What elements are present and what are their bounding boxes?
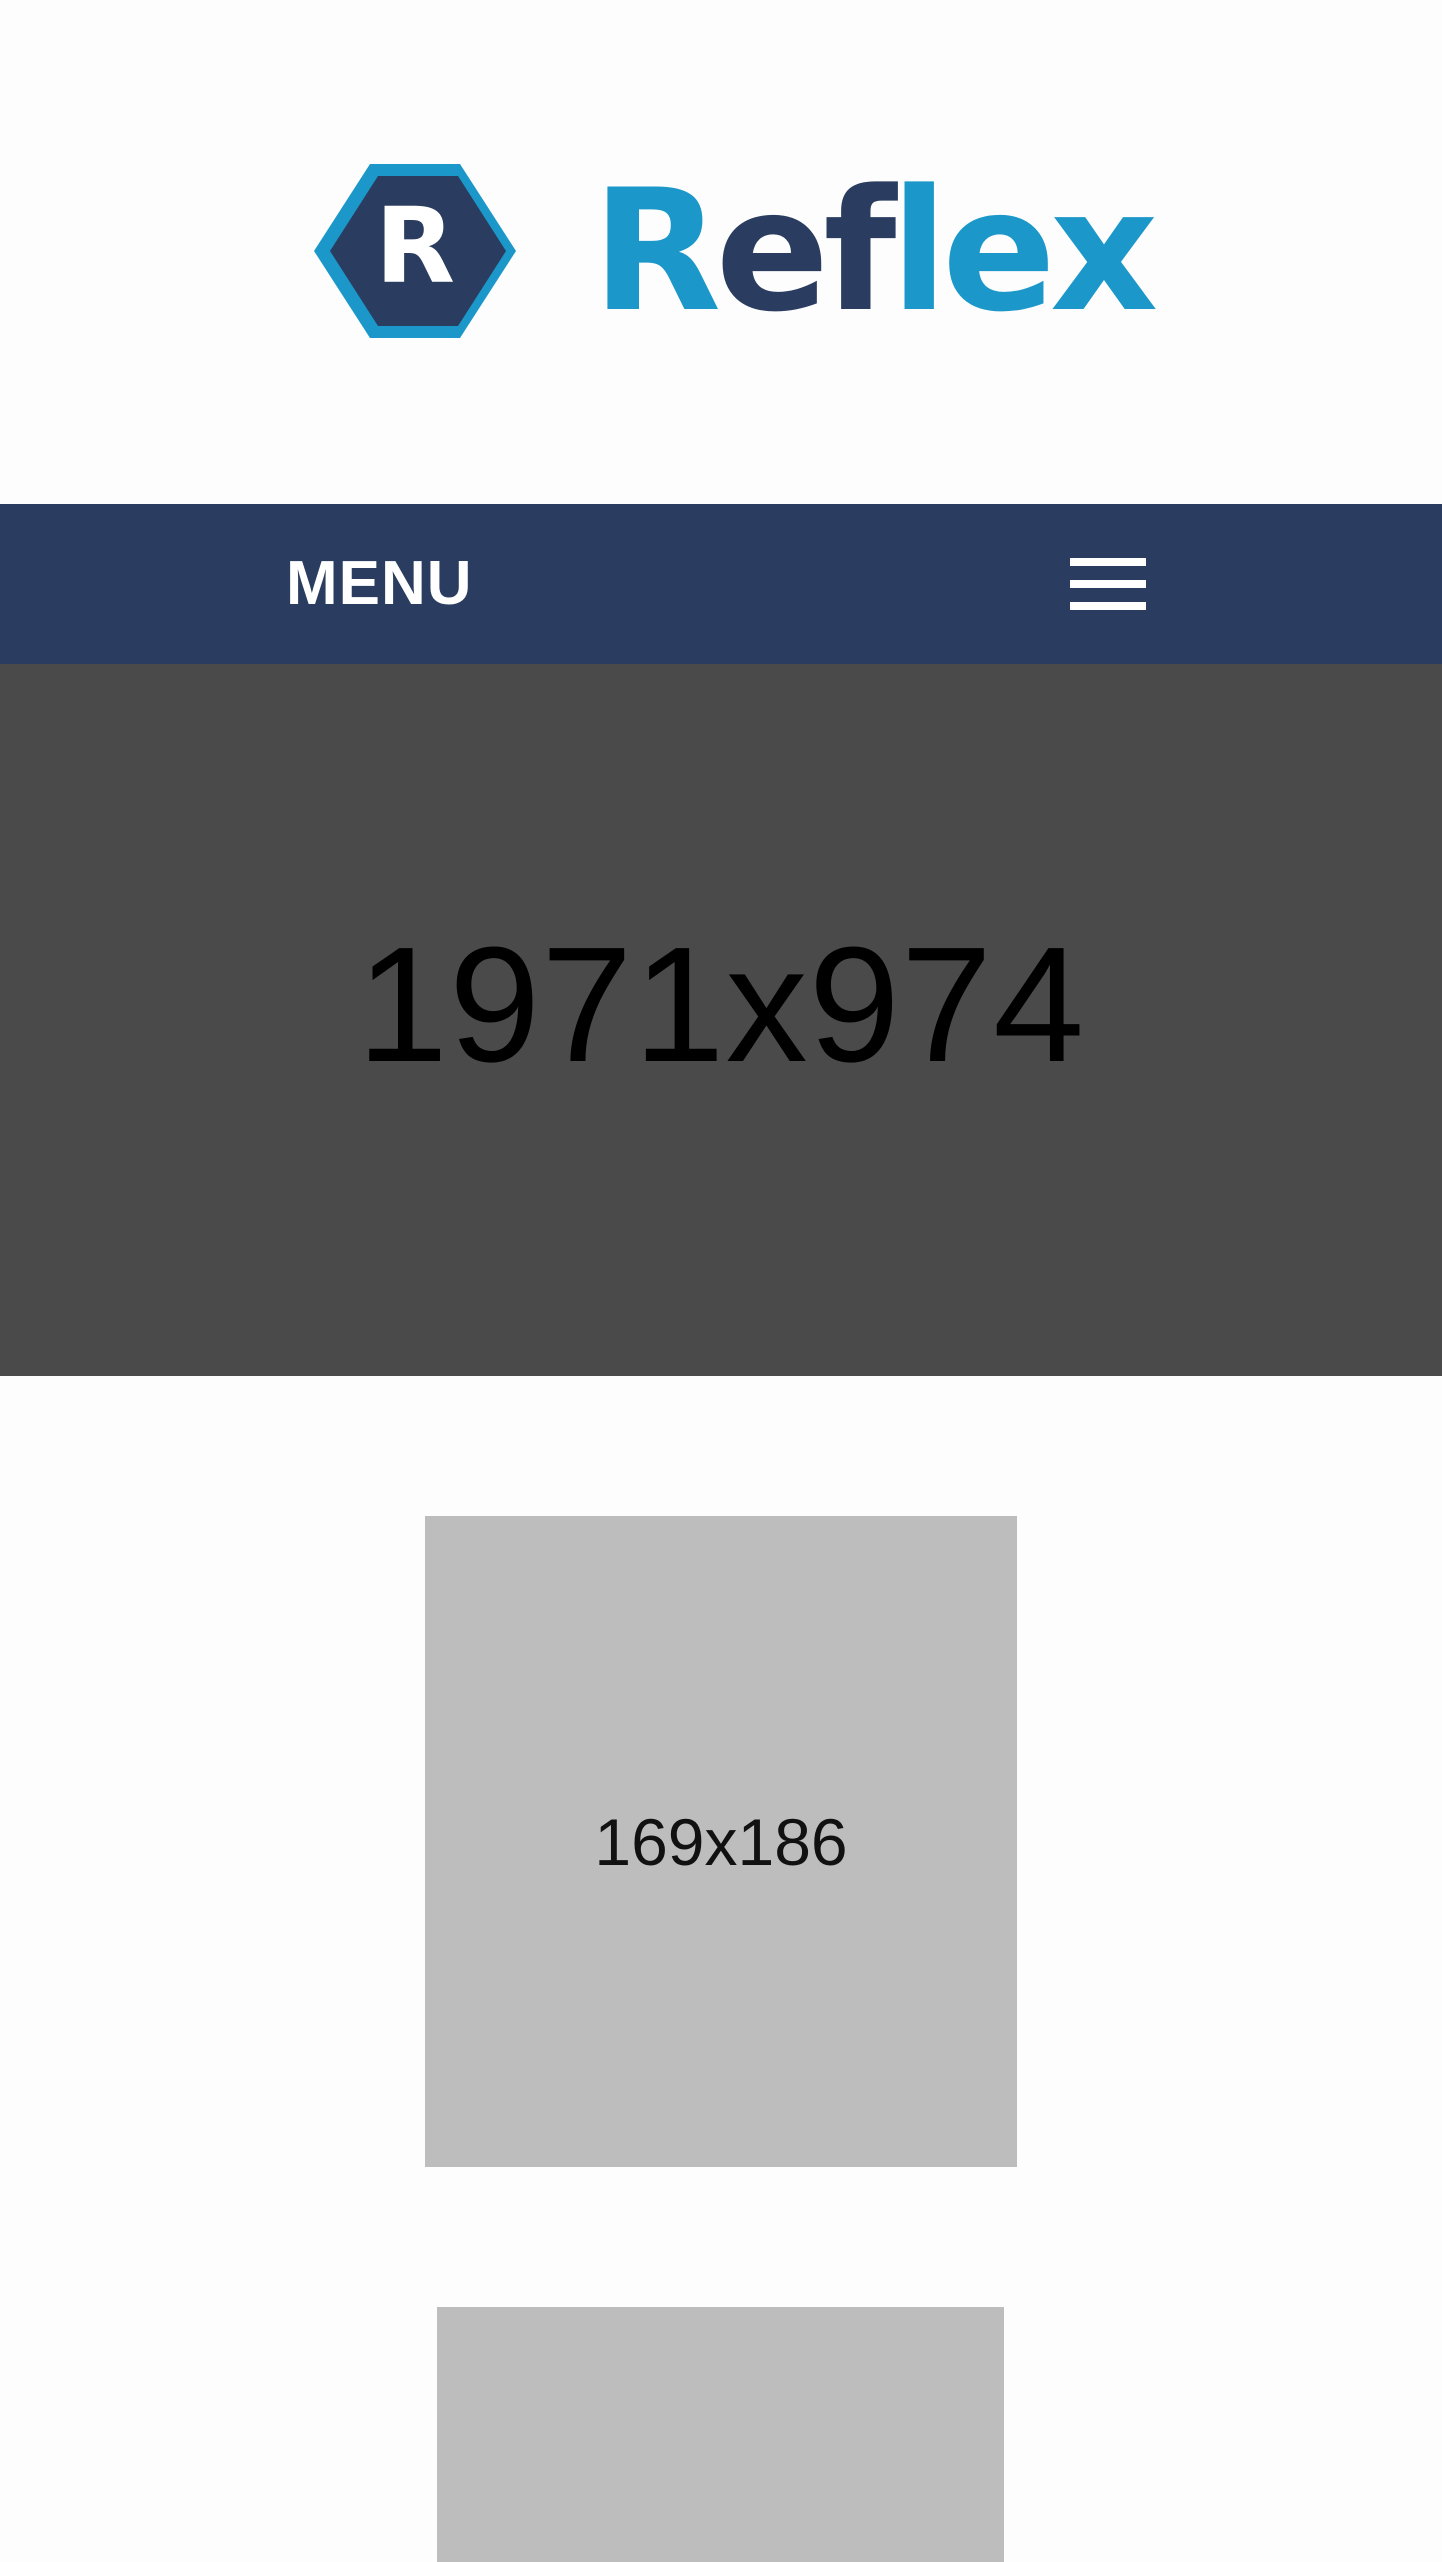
hamburger-bar <box>1070 602 1146 610</box>
menu-label[interactable]: MENU <box>286 504 473 664</box>
page: R Reflex MENU 1971x974 169x186 <box>0 0 1442 2562</box>
brand-wordmark-part2: ef <box>715 153 896 349</box>
hamburger-bar <box>1070 580 1146 588</box>
content-image-placeholder-2 <box>437 2307 1004 2562</box>
hero-banner: 1971x974 <box>0 664 1442 1376</box>
brand-wordmark-part3: lex <box>890 153 1158 349</box>
main-navbar: MENU <box>0 504 1442 664</box>
brand-wordmark-part1: R <box>592 153 721 349</box>
brand-logo[interactable]: R Reflex <box>308 158 1158 344</box>
hamburger-bar <box>1070 558 1146 566</box>
hero-placeholder-text: 1971x974 <box>356 913 1086 1096</box>
logo-mark-icon: R <box>314 164 516 338</box>
content-image-placeholder: 169x186 <box>425 1516 1017 2167</box>
site-header: R Reflex <box>0 0 1442 504</box>
logo-mark-letter: R <box>375 185 455 307</box>
hamburger-icon[interactable] <box>1066 554 1150 614</box>
content-image-placeholder-text: 169x186 <box>594 1804 848 1879</box>
brand-wordmark: Reflex <box>592 167 1158 335</box>
